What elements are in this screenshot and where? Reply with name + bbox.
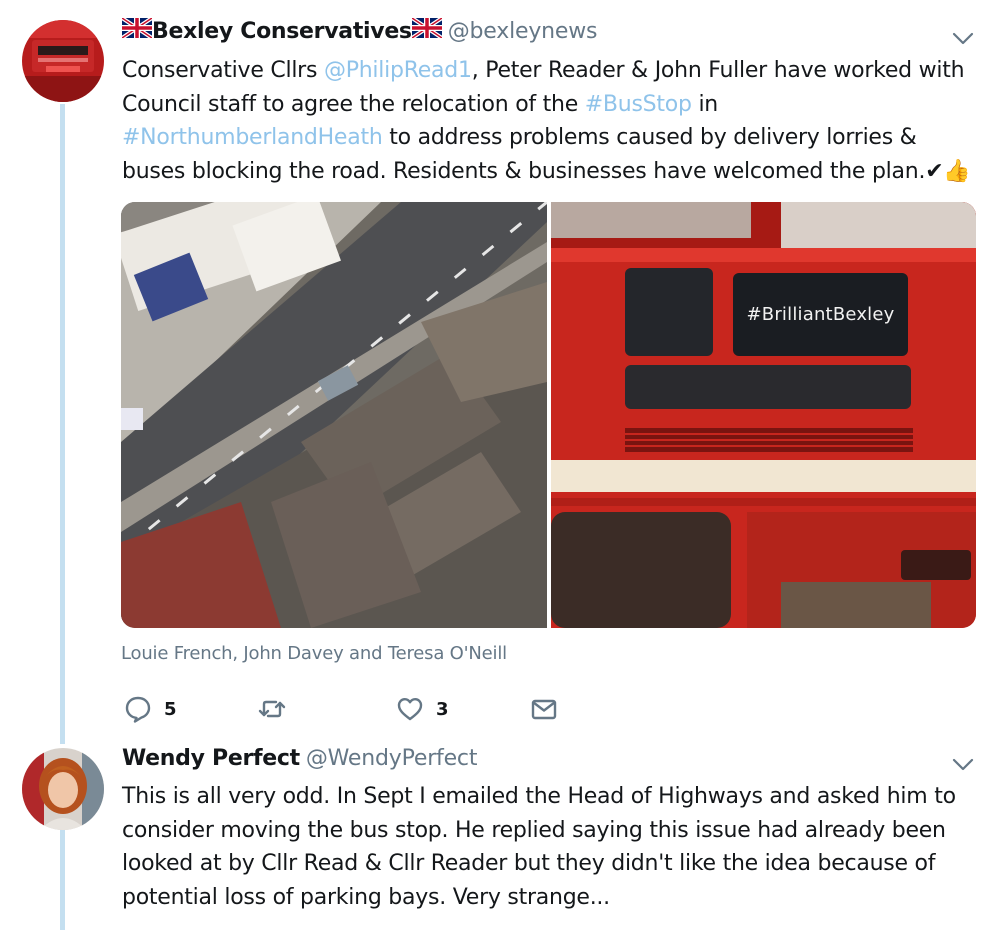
avatar[interactable] bbox=[22, 20, 104, 102]
direct-message-button[interactable] bbox=[530, 695, 558, 723]
heart-icon bbox=[397, 698, 423, 721]
retweet-icon bbox=[258, 700, 286, 718]
tweet[interactable]: Bexley Conservatives @bexleynews Conserv… bbox=[0, 0, 1000, 740]
media-grid: #BrilliantBexley bbox=[121, 202, 976, 628]
red-bus-photo[interactable]: #BrilliantBexley bbox=[551, 202, 976, 628]
tweet-text: Conservative Cllrs @PhilipRead1, Peter R… bbox=[122, 58, 971, 184]
emoji: ✔👍 bbox=[925, 158, 971, 184]
bus-sign-text: #BrilliantBexley bbox=[746, 304, 895, 325]
uk-flag-icon bbox=[411, 18, 442, 38]
hashtag-link[interactable]: #NorthumberlandHeath bbox=[122, 125, 383, 150]
envelope-icon bbox=[531, 699, 557, 720]
chevron-down-icon[interactable] bbox=[952, 758, 974, 772]
aerial-street-photo[interactable] bbox=[121, 202, 547, 628]
tweet[interactable]: Wendy Perfect @WendyPerfect This is all … bbox=[0, 740, 1000, 930]
tweet-text: This is all very odd. In Sept I emailed … bbox=[122, 784, 956, 910]
chevron-down-icon[interactable] bbox=[952, 32, 974, 46]
reply-button[interactable]: 5 bbox=[124, 695, 177, 723]
mention-link[interactable]: @PhilipRead1 bbox=[324, 58, 472, 83]
like-count: 3 bbox=[436, 698, 449, 720]
avatar[interactable] bbox=[22, 748, 104, 830]
hashtag-link[interactable]: #BusStop bbox=[585, 92, 692, 117]
tweet-actions: 5 3 bbox=[124, 695, 584, 729]
tweet-header: Wendy Perfect @WendyPerfect bbox=[122, 746, 477, 771]
display-name[interactable]: Bexley Conservatives bbox=[152, 19, 412, 44]
bus-advert-sign: #BrilliantBexley bbox=[733, 273, 908, 356]
retweet-button[interactable] bbox=[258, 695, 298, 723]
tweet-header: Bexley Conservatives @bexleynews bbox=[122, 18, 597, 44]
user-handle[interactable]: @WendyPerfect bbox=[306, 746, 478, 771]
reply-count: 5 bbox=[164, 698, 177, 720]
user-handle[interactable]: @bexleynews bbox=[448, 19, 598, 44]
display-name[interactable]: Wendy Perfect bbox=[122, 746, 300, 771]
reply-icon bbox=[125, 696, 151, 723]
tagged-people[interactable]: Louie French, John Davey and Teresa O'Ne… bbox=[121, 643, 507, 664]
uk-flag-icon bbox=[122, 18, 152, 38]
like-button[interactable]: 3 bbox=[396, 695, 449, 723]
